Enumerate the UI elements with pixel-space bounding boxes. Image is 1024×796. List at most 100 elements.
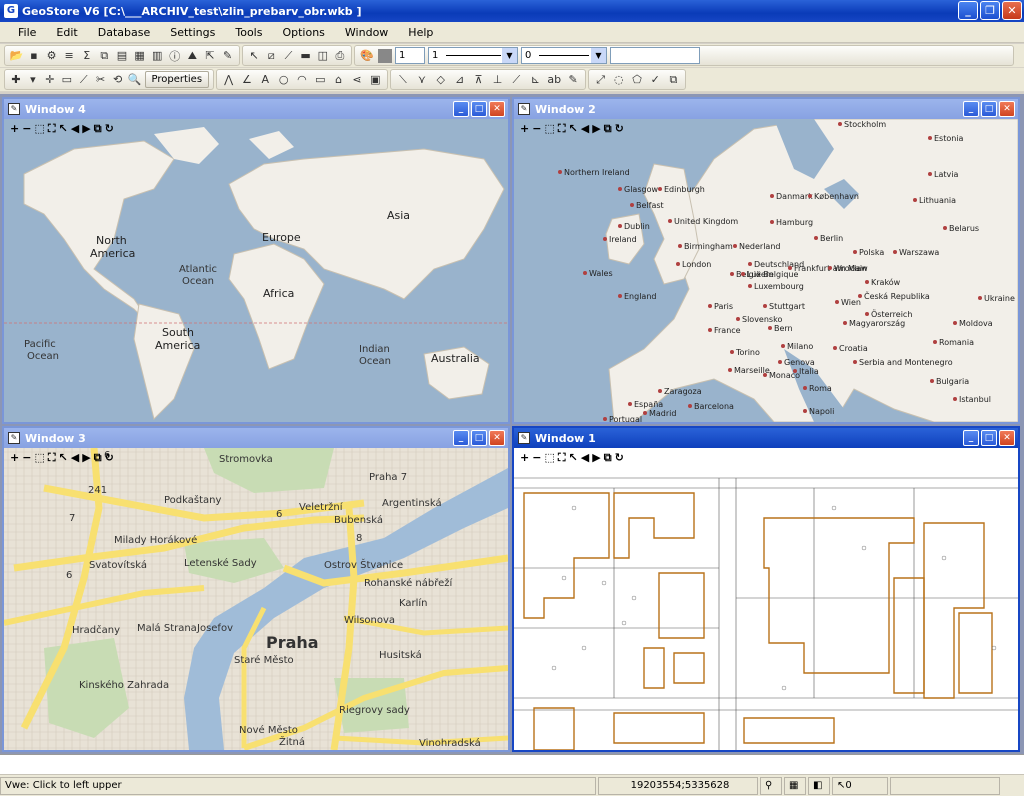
measure-line-icon[interactable]: ⤢	[593, 72, 608, 88]
zoom-extent-icon[interactable]: ⛶	[558, 451, 566, 465]
polyline-icon[interactable]: ⋀	[221, 72, 236, 88]
line-icon[interactable]: ⟋	[77, 72, 91, 88]
zoom-out-icon[interactable]: −	[22, 122, 31, 136]
arc-icon[interactable]: ∠	[239, 72, 254, 88]
table-icon[interactable]: ▦	[132, 48, 147, 64]
label-icon[interactable]: ab	[546, 72, 562, 88]
rotate-icon[interactable]: ⟲	[111, 72, 125, 88]
color-swatch[interactable]	[378, 48, 392, 63]
back-icon[interactable]: ◀	[581, 122, 589, 136]
split-icon[interactable]: ⟍	[395, 72, 411, 88]
forward-icon[interactable]: ▶	[592, 122, 600, 136]
window-4-titlebar[interactable]: ✎ Window 4 _ □ ✕	[4, 99, 508, 119]
text-field[interactable]	[610, 47, 700, 64]
minimize-button[interactable]: _	[958, 1, 978, 20]
select-icon[interactable]: ⇱	[203, 48, 218, 64]
zoom-box-icon[interactable]: ⬚	[34, 451, 44, 465]
window-2-minimize[interactable]: _	[963, 101, 979, 117]
edit-label-icon[interactable]: ✎	[565, 72, 581, 88]
window-1-titlebar[interactable]: ✎ Window 1 _ □ ✕	[514, 428, 1018, 448]
cadastral-map[interactable]	[514, 448, 1018, 750]
open-icon[interactable]: 📂	[9, 48, 24, 64]
menu-edit[interactable]: Edit	[56, 26, 77, 39]
refresh-icon[interactable]: ↻	[615, 451, 624, 465]
point-icon[interactable]: ✛	[43, 72, 57, 88]
back-icon[interactable]: ◀	[71, 122, 79, 136]
window-4-close[interactable]: ✕	[489, 101, 505, 117]
layer-icon[interactable]: ◫	[316, 48, 330, 64]
vertex-icon[interactable]: ◇	[433, 72, 449, 88]
menu-file[interactable]: File	[18, 26, 36, 39]
chart-icon[interactable]: ⛰	[185, 48, 200, 64]
trim-icon[interactable]: ⟋	[508, 72, 524, 88]
extend-icon[interactable]: ⊥	[490, 72, 506, 88]
window-3-close[interactable]: ✕	[489, 430, 505, 446]
info-icon[interactable]: ⓘ	[167, 48, 182, 64]
grid-icon[interactable]: ▥	[150, 48, 165, 64]
measure-icon[interactable]: ▬	[299, 48, 313, 64]
properties-button[interactable]: Properties	[144, 71, 210, 88]
copy-view-icon[interactable]: ⧉	[604, 122, 612, 136]
window-3-minimize[interactable]: _	[453, 430, 469, 446]
copy-view-icon[interactable]: ⧉	[94, 122, 102, 136]
world-map[interactable]: North America Atlantic Ocean Europe Asia…	[4, 119, 508, 422]
save-icon[interactable]: ▪	[27, 48, 42, 64]
pointer-icon[interactable]: ↖	[247, 48, 261, 64]
node-edit-icon[interactable]: ⧄	[264, 48, 278, 64]
select-arrow-icon[interactable]: ↖	[569, 122, 578, 136]
snap-status-icon[interactable]: ⚲	[760, 776, 782, 795]
rect-draw-icon[interactable]: ▭	[313, 72, 328, 88]
select-arrow-icon[interactable]: ↖	[569, 451, 578, 465]
curve-icon[interactable]: ◠	[294, 72, 309, 88]
zoom-in-icon[interactable]: +	[10, 122, 19, 136]
zoom-out-icon[interactable]: −	[532, 122, 541, 136]
reshape-icon[interactable]: ⊿	[452, 72, 468, 88]
check-icon[interactable]: ✓	[648, 72, 663, 88]
forward-icon[interactable]: ▶	[592, 451, 600, 465]
refresh-icon[interactable]: ↻	[615, 122, 624, 136]
menu-help[interactable]: Help	[408, 26, 433, 39]
snap-icon[interactable]: ⟋	[281, 48, 295, 64]
menu-database[interactable]: Database	[98, 26, 151, 39]
lasso-icon[interactable]: ◌	[611, 72, 626, 88]
window-4-maximize[interactable]: □	[471, 101, 487, 117]
line-style-select[interactable]: 1 ▼	[428, 47, 518, 64]
window-2-close[interactable]: ✕	[999, 101, 1015, 117]
copy-icon[interactable]: ⧉	[97, 48, 112, 64]
select-arrow-icon[interactable]: ↖	[59, 451, 68, 465]
print-icon[interactable]: ⎙	[333, 48, 347, 64]
window-2-titlebar[interactable]: ✎ Window 2 _ □ ✕	[514, 99, 1018, 119]
command-line[interactable]	[0, 754, 1024, 774]
zoom-extent-icon[interactable]: ⛶	[48, 451, 56, 465]
back-icon[interactable]: ◀	[71, 451, 79, 465]
zoom-out-icon[interactable]: −	[532, 451, 541, 465]
window-3-maximize[interactable]: □	[471, 430, 487, 446]
menu-settings[interactable]: Settings	[170, 26, 215, 39]
offset-icon[interactable]: ⊾	[527, 72, 543, 88]
window-4[interactable]: ✎ Window 4 _ □ ✕ +−⬚ ⛶↖◀▶ ⧉↻ North	[2, 97, 510, 424]
zoom-icon[interactable]: 🔍	[128, 72, 142, 88]
merge-icon[interactable]: ⋎	[414, 72, 430, 88]
zoom-box-icon[interactable]: ⬚	[34, 122, 44, 136]
add-icon[interactable]: ✚	[9, 72, 23, 88]
zoom-extent-icon[interactable]: ⛶	[48, 122, 56, 136]
window-2[interactable]: ✎ Window 2 _ □ ✕ + − ⬚ ⛶ ↖ ◀ ▶ ⧉ ↻ Stockholm Esto…	[512, 97, 1020, 424]
circle-icon[interactable]: ○	[276, 72, 291, 88]
rectangle-icon[interactable]: ▭	[60, 72, 74, 88]
back-icon[interactable]: ◀	[581, 451, 589, 465]
paste-icon[interactable]: ▤	[115, 48, 130, 64]
tools-icon[interactable]: ✂	[94, 72, 108, 88]
dropdown-icon[interactable]: ▾	[26, 72, 40, 88]
fill-style-select[interactable]: 0 ▼	[521, 47, 607, 64]
symbol-icon[interactable]: ⌂	[331, 72, 346, 88]
export-icon[interactable]: ⧉	[666, 72, 681, 88]
window-1-close[interactable]: ✕	[999, 430, 1015, 446]
zoom-extent-icon[interactable]: ⛶	[558, 122, 566, 136]
select-arrow-icon[interactable]: ↖	[59, 122, 68, 136]
connect-icon[interactable]: ⚙	[44, 48, 59, 64]
text-icon[interactable]: A	[258, 72, 273, 88]
menu-tools[interactable]: Tools	[235, 26, 262, 39]
zoom-box-icon[interactable]: ⬚	[544, 451, 554, 465]
zoom-box-icon[interactable]: ⬚	[544, 122, 554, 136]
zoom-in-icon[interactable]: +	[520, 122, 529, 136]
